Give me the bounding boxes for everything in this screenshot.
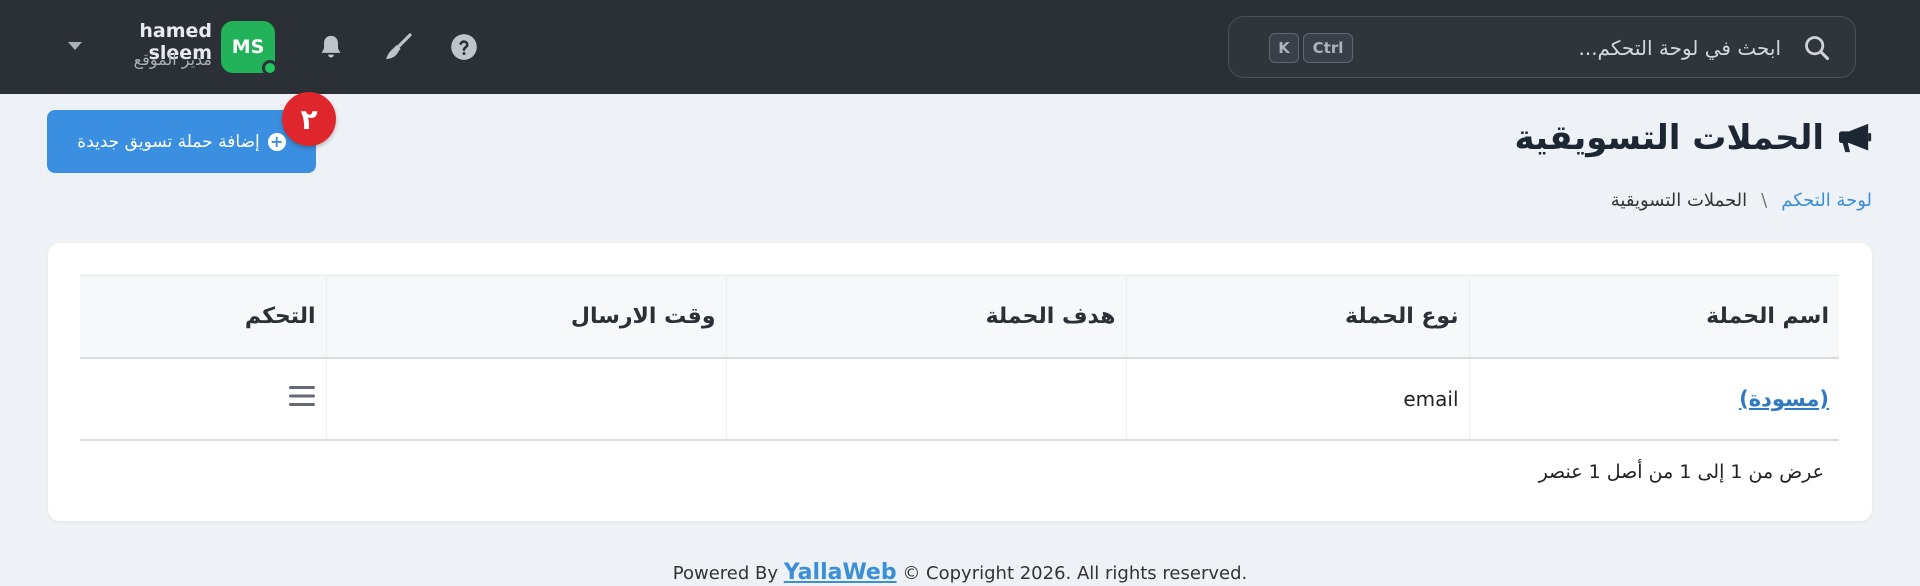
campaign-send-time-cell bbox=[326, 357, 727, 441]
step-badge: ٢ bbox=[282, 92, 336, 146]
table-pagination-info: عرض من 1 إلى 1 من أصل 1 عنصر bbox=[1538, 461, 1824, 483]
breadcrumb-separator: \ bbox=[1761, 190, 1768, 211]
hamburger-menu-icon[interactable] bbox=[288, 384, 316, 408]
search-box[interactable]: Ctrl K bbox=[1228, 16, 1856, 78]
footer: Powered By YallaWeb © Copyright 2026. Al… bbox=[0, 560, 1920, 585]
add-campaign-label: إضافة حملة تسويق جديدة bbox=[77, 131, 260, 152]
notifications-button[interactable] bbox=[314, 30, 348, 64]
megaphone-icon bbox=[1839, 123, 1872, 153]
user-avatar[interactable]: MS bbox=[221, 21, 278, 76]
shortcut-k-key: K bbox=[1269, 33, 1299, 63]
column-header-actions: التحكم bbox=[80, 275, 327, 359]
campaign-name-link[interactable]: (مسودة) bbox=[1739, 387, 1829, 411]
breadcrumb-current: الحملات التسويقية bbox=[1610, 190, 1748, 211]
bell-icon bbox=[321, 35, 341, 58]
breadcrumb-home-link[interactable]: لوحة التحكم bbox=[1781, 190, 1872, 211]
table-header-row: اسم الحملة نوع الحملة هدف الحملة وقت الا… bbox=[80, 275, 1839, 359]
add-campaign-button[interactable]: + إضافة حملة تسويق جديدة bbox=[47, 110, 316, 173]
avatar-initials: MS bbox=[231, 36, 265, 58]
column-header-send-time[interactable]: وقت الارسال bbox=[326, 275, 727, 359]
user-role: مدير الموقع bbox=[133, 50, 212, 69]
top-navbar: Ctrl K MS hamed sleem مدير الموقع bbox=[0, 0, 1920, 94]
table-row: (مسودة) email bbox=[80, 357, 1839, 441]
chevron-down-icon[interactable] bbox=[68, 42, 82, 50]
footer-brand-link[interactable]: YallaWeb bbox=[784, 560, 897, 585]
plus-circle-icon: + bbox=[267, 132, 286, 151]
search-icon[interactable] bbox=[1803, 34, 1831, 62]
campaign-type-cell: email bbox=[1126, 357, 1470, 441]
online-status-dot bbox=[262, 60, 278, 76]
page-title: الحملات التسويقية bbox=[1514, 118, 1825, 158]
campaign-name-cell: (مسودة) bbox=[1469, 357, 1839, 441]
actions-cell bbox=[80, 357, 327, 441]
footer-prefix: Powered By bbox=[672, 563, 784, 584]
search-input[interactable] bbox=[1361, 31, 1781, 65]
column-header-goal[interactable]: هدف الحملة bbox=[726, 275, 1127, 359]
campaign-goal-cell bbox=[726, 357, 1127, 441]
question-circle-icon bbox=[451, 34, 477, 60]
campaigns-card: اسم الحملة نوع الحملة هدف الحملة وقت الا… bbox=[48, 243, 1872, 521]
page-header: الحملات التسويقية bbox=[1515, 118, 1875, 158]
broom-icon bbox=[386, 33, 412, 59]
campaigns-table: اسم الحملة نوع الحملة هدف الحملة وقت الا… bbox=[80, 275, 1839, 441]
footer-copyright: © Copyright 2026. All rights reserved. bbox=[896, 563, 1248, 584]
breadcrumb: لوحة التحكم \ الحملات التسويقية bbox=[1611, 190, 1872, 211]
clear-cache-button[interactable] bbox=[381, 30, 415, 64]
column-header-name[interactable]: اسم الحملة bbox=[1469, 275, 1839, 359]
help-button[interactable] bbox=[447, 30, 481, 64]
column-header-type[interactable]: نوع الحملة bbox=[1126, 275, 1470, 359]
shortcut-ctrl-key: Ctrl bbox=[1303, 33, 1353, 63]
